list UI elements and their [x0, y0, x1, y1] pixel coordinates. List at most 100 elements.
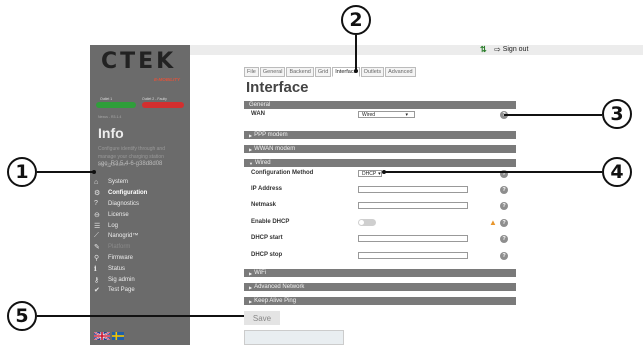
dhcp-stop-label: DHCP stop [251, 252, 283, 258]
section-label: Keep Alive Ping [254, 298, 297, 304]
enable-dhcp-label: Enable DHCP [251, 219, 290, 225]
tab-advanced[interactable]: Advanced [385, 67, 416, 77]
sidebar-item-firmware[interactable]: ⚲ Firmware [90, 253, 190, 264]
tab-general[interactable]: General [259, 67, 286, 77]
section-general: General [244, 101, 516, 109]
tab-file[interactable]: File [244, 67, 259, 77]
chevron-right-icon: ▶ [249, 132, 253, 138]
callout-3: 3 [602, 99, 632, 129]
language-flags[interactable] [93, 331, 124, 342]
sidebar-item-label: Sig admin [108, 276, 135, 283]
home-icon: ⌂ [94, 178, 99, 186]
section-wired[interactable]: ▼ Wired [244, 159, 516, 167]
top-bar [190, 45, 643, 55]
tab-backend[interactable]: Backend [286, 67, 314, 77]
chevron-right-icon: ▶ [249, 270, 253, 276]
sidebar-item-platform[interactable]: ✎ Platform [90, 242, 190, 253]
dhcp-stop-input[interactable] [358, 252, 468, 259]
section-wwan-modem[interactable]: ▶ WWAN modem [244, 145, 516, 153]
sidebar-item-label: Status [108, 265, 126, 272]
chevron-right-icon: ▶ [249, 146, 253, 152]
sidebar-item-test-page[interactable]: ✔ Test Page [90, 285, 190, 296]
section-advanced-network[interactable]: ▶ Advanced Network [244, 283, 516, 291]
sweden-flag-icon[interactable] [111, 332, 124, 340]
gear-icon: ⚙ [94, 190, 101, 198]
warning-icon: ▲ [489, 218, 497, 227]
config-method-select[interactable]: DHCP ▾ [358, 170, 382, 177]
section-keep-alive-ping[interactable]: ▶ Keep Alive Ping [244, 297, 516, 305]
enable-dhcp-toggle[interactable] [358, 219, 376, 226]
callout-3-leader [504, 114, 602, 116]
firmware-serial: sgc_R3.5.4-6-g38d8d08 [98, 161, 163, 167]
callout-5-leader [37, 315, 244, 317]
section-ppp-modem[interactable]: ▶ PPP modem [244, 131, 516, 139]
dhcp-start-input[interactable] [358, 235, 468, 242]
lock-icon: ⊖ [94, 211, 100, 219]
chevron-right-icon: ▶ [249, 284, 253, 290]
dhcp-start-label: DHCP start [251, 235, 283, 241]
section-wifi[interactable]: ▶ WiFi [244, 269, 516, 277]
sync-icon[interactable]: ⇅ [480, 45, 487, 54]
help-icon[interactable]: ? [500, 186, 508, 194]
help-icon[interactable]: ? [500, 252, 508, 260]
tab-outlets[interactable]: Outlets [360, 67, 385, 77]
chevron-down-icon: ▼ [249, 160, 253, 166]
sidebar-item-label: Log [108, 222, 119, 229]
config-method-label: Configuration Method [251, 170, 314, 176]
uk-flag-icon[interactable] [93, 331, 111, 341]
sidebar-item-label: Test Page [108, 287, 135, 294]
sidebar-menu: ⌂ System ⚙ Configuration ? Diagnostics ⊖ Lic… [90, 177, 190, 296]
config-tabs: File General Backend Grid Interface Outl… [244, 67, 417, 77]
sidebar-item-label: Platform [108, 244, 131, 251]
sidebar-item-system[interactable]: ⌂ System [90, 177, 190, 188]
section-label: PPP modem [254, 132, 288, 138]
outlet-1-status-bar [96, 102, 136, 108]
sidebar-item-log[interactable]: ☰ Log [90, 220, 190, 231]
info-icon: i [94, 264, 97, 274]
chevron-right-icon: ▶ [249, 298, 253, 304]
wrench-icon: ✎ [94, 244, 100, 252]
sidebar-item-diagnostics[interactable]: ? Diagnostics [90, 199, 190, 210]
help-icon[interactable]: ? [500, 202, 508, 210]
outlet-2-status-bar [142, 102, 184, 108]
callout-2-dot [354, 69, 358, 73]
save-button[interactable]: Save [244, 311, 280, 325]
help-icon[interactable]: ? [500, 235, 508, 243]
sidebar-item-nanogrid[interactable]: ⟋ Nanogrid™ [90, 231, 190, 242]
sidebar-item-label: System [108, 179, 129, 186]
chevron-down-icon: ▾ [378, 170, 381, 177]
help-icon[interactable]: ? [500, 219, 508, 227]
ip-address-input[interactable] [358, 186, 468, 193]
check-icon: ✔ [94, 287, 100, 295]
page-title: Interface [246, 79, 309, 96]
sidebar-item-sig-admin[interactable]: ⚷ Sig admin [90, 274, 190, 285]
wan-select[interactable]: Wired ▾ [358, 111, 415, 118]
version-label: Nexus - R3.1.4 [98, 115, 122, 119]
section-label: WWAN modem [254, 146, 296, 152]
bottom-panel [244, 330, 344, 345]
callout-2-leader [355, 35, 357, 71]
tab-grid[interactable]: Grid [314, 67, 332, 77]
section-label: Advanced Network [254, 284, 305, 290]
outlet-1-label: Outlet 1 [100, 97, 113, 101]
sidebar-item-label: License [108, 211, 129, 218]
tagline: E-MOBILITY [154, 77, 180, 82]
wan-label: WAN [251, 111, 265, 117]
chevron-down-icon: ▾ [405, 111, 408, 118]
list-icon: ☰ [94, 222, 101, 230]
callout-4-leader [384, 171, 602, 173]
callout-1-leader [37, 171, 93, 173]
netmask-input[interactable] [358, 202, 468, 209]
sidebar-item-license[interactable]: ⊖ License [90, 209, 190, 220]
sign-out-label: Sign out [502, 46, 529, 53]
sidebar-item-configuration[interactable]: ⚙ Configuration [90, 188, 190, 199]
callout-1-dot [92, 170, 96, 174]
chart-icon: ⟋ [94, 232, 99, 240]
sign-out-icon: ⇨ [494, 45, 501, 54]
callout-1: 1 [7, 157, 37, 187]
firmware-icon: ⚲ [94, 254, 100, 262]
sign-out-button[interactable]: ⇨ Sign out [494, 45, 528, 54]
outlet-2-label: Outlet 2 - Faulty [142, 97, 167, 101]
sidebar-item-status[interactable]: i Status [90, 263, 190, 274]
section-label: Wired [254, 160, 271, 166]
